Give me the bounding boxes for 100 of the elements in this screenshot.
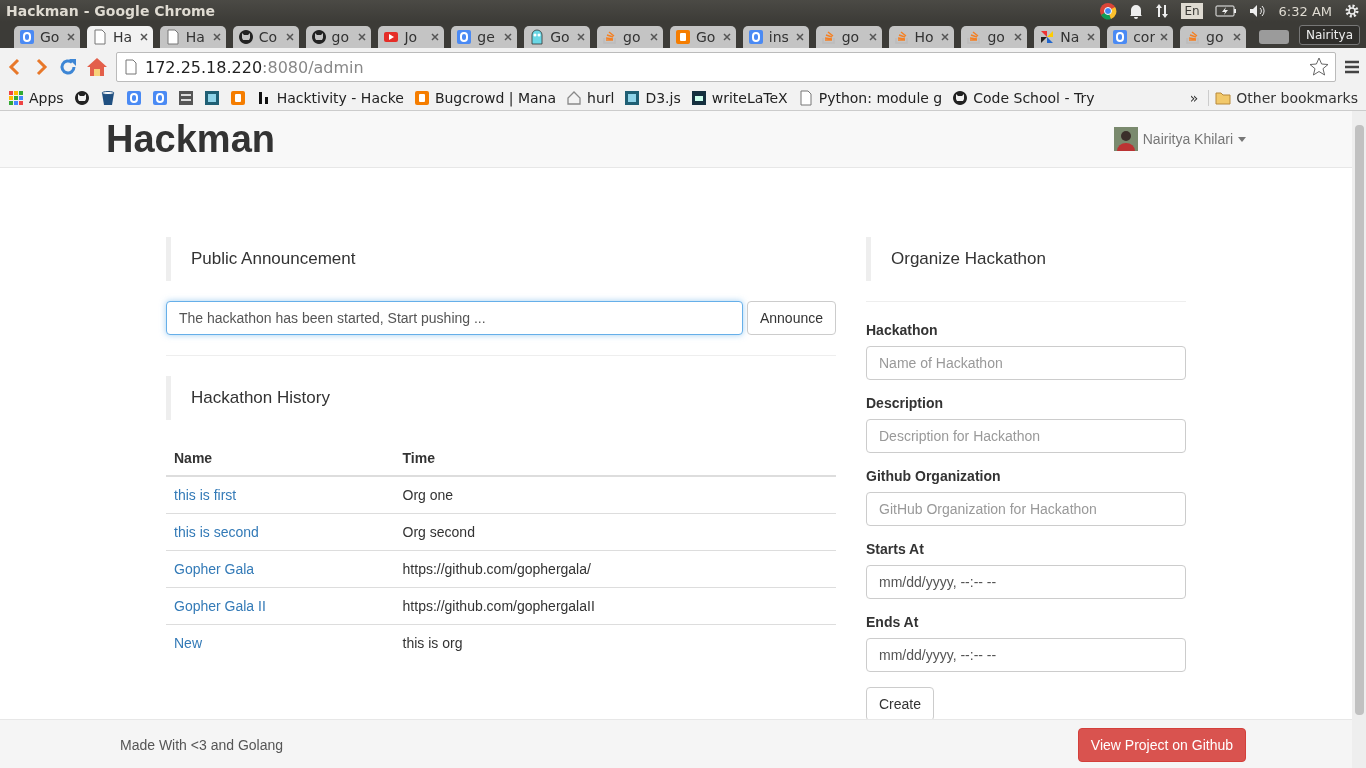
browser-tab[interactable]: Ha xyxy=(86,26,153,48)
hackathon-link[interactable]: Gopher Gala xyxy=(174,560,255,577)
close-icon[interactable] xyxy=(1232,33,1241,41)
close-icon[interactable] xyxy=(649,33,658,41)
menu-icon[interactable] xyxy=(1344,59,1360,75)
reload-icon[interactable] xyxy=(58,57,78,77)
close-icon[interactable] xyxy=(431,33,440,41)
browser-tab[interactable]: ge xyxy=(451,26,518,48)
browser-tab[interactable]: Co xyxy=(232,26,299,48)
avatar xyxy=(1113,127,1138,151)
star-icon[interactable] xyxy=(1309,57,1329,77)
input-field[interactable]: GitHub Organization for Hackathon xyxy=(866,492,1186,526)
announce-button[interactable]: Announce xyxy=(746,301,836,335)
home-icon[interactable] xyxy=(86,57,108,77)
apps-grid-icon xyxy=(8,90,24,106)
browser-tab[interactable]: Go xyxy=(524,26,590,48)
tile-icon xyxy=(747,29,764,45)
battery-icon[interactable] xyxy=(1214,5,1237,17)
stack-icon xyxy=(893,29,910,45)
bookmark[interactable]: Python: module g xyxy=(797,90,943,106)
close-icon[interactable] xyxy=(504,33,513,41)
table-cell: Org one xyxy=(394,476,836,513)
browser-tab[interactable]: go xyxy=(305,26,372,48)
cat-icon xyxy=(310,29,327,45)
close-icon[interactable] xyxy=(795,33,804,41)
close-icon[interactable] xyxy=(1014,33,1023,41)
close-icon[interactable] xyxy=(212,33,221,41)
hackathon-link[interactable]: this is second xyxy=(174,523,259,540)
hackathon-link[interactable]: Gopher Gala II xyxy=(174,597,266,614)
new-tab-button[interactable] xyxy=(1258,30,1289,44)
datetime-field[interactable]: mm/dd/yyyy, --:-- -- xyxy=(866,638,1186,672)
field-label: Starts At xyxy=(866,541,925,557)
close-icon[interactable] xyxy=(868,33,877,41)
tile-icon xyxy=(1112,29,1129,45)
scrollbar[interactable] xyxy=(1352,111,1366,768)
browser-tab[interactable]: Jo xyxy=(378,26,445,48)
tile-icon xyxy=(177,90,194,106)
close-icon[interactable] xyxy=(66,33,75,41)
other-bookmarks[interactable]: Other bookmarks xyxy=(1208,90,1358,106)
settings-icon[interactable] xyxy=(1344,3,1360,19)
cat-icon xyxy=(237,29,254,45)
datetime-field[interactable]: mm/dd/yyyy, --:-- -- xyxy=(866,565,1186,599)
field-label: Ends At xyxy=(866,614,920,630)
field-label: Description xyxy=(866,395,944,411)
address-bar[interactable]: 172.25.18.220:8080/admin xyxy=(116,52,1336,82)
bookmark[interactable]: hurl xyxy=(566,90,615,106)
hackathon-link[interactable]: New xyxy=(174,634,202,651)
browser-tab[interactable]: go xyxy=(815,26,882,48)
close-icon[interactable] xyxy=(285,33,294,41)
bookmark[interactable]: Apps xyxy=(8,90,64,106)
input-field[interactable]: Description for Hackathon xyxy=(866,419,1186,453)
bell-icon[interactable] xyxy=(1129,3,1144,19)
close-icon[interactable] xyxy=(1160,33,1168,41)
keyboard-language[interactable]: En xyxy=(1181,3,1203,19)
bookmark[interactable]: Code School - Try xyxy=(952,90,1095,106)
tile-icon xyxy=(203,90,220,106)
close-icon[interactable] xyxy=(722,33,731,41)
user-menu[interactable]: Nairitya Khilari xyxy=(1113,127,1246,151)
github-button[interactable]: View Project on Github xyxy=(1077,727,1246,762)
profile-button[interactable]: Nairitya xyxy=(1298,25,1360,45)
browser-icon[interactable] xyxy=(1099,2,1118,20)
browser-tab[interactable]: go xyxy=(597,26,663,48)
input-field[interactable]: Name of Hackathon xyxy=(866,346,1186,380)
bookmark[interactable]: writeLaTeX xyxy=(690,90,788,106)
browser-tab[interactable]: Na xyxy=(1034,26,1101,48)
play-icon xyxy=(383,29,400,45)
browser-tab[interactable]: Ho xyxy=(888,26,955,48)
network-arrows-icon[interactable] xyxy=(1155,3,1170,19)
volume-icon[interactable] xyxy=(1248,4,1267,18)
announcement-field[interactable]: The hackathon has been started, Start pushing ... xyxy=(166,301,743,335)
browser-tab[interactable]: Go xyxy=(14,26,80,48)
browser-tab[interactable]: ins xyxy=(742,26,809,48)
gopher-icon xyxy=(529,29,546,45)
bookmark[interactable]: Hacktivity - Hacke xyxy=(255,90,404,106)
tile-icon xyxy=(624,90,641,106)
column-header: Name xyxy=(166,440,395,476)
close-icon[interactable] xyxy=(1087,33,1096,41)
close-icon[interactable] xyxy=(139,33,148,41)
close-icon[interactable] xyxy=(577,33,585,41)
bookmark[interactable]: D3.js xyxy=(624,90,681,106)
browser-tab[interactable]: Ha xyxy=(159,26,226,48)
browser-tab[interactable]: go xyxy=(961,26,1028,48)
section-heading: Organize Hackathon xyxy=(866,237,1186,281)
folder-icon xyxy=(1215,91,1232,105)
more-bookmarks-button[interactable]: » xyxy=(1189,90,1199,106)
browser-tab[interactable]: cor xyxy=(1107,26,1173,48)
close-icon[interactable] xyxy=(358,33,367,41)
brand-title[interactable]: Hackman xyxy=(106,117,275,161)
stack-icon xyxy=(602,29,618,45)
hackathon-link[interactable]: this is first xyxy=(174,486,237,503)
close-icon[interactable] xyxy=(941,33,950,41)
bookmark[interactable]: Bugcrowd | Mana xyxy=(413,90,556,106)
house-icon xyxy=(566,90,582,106)
browser-tab[interactable]: Go xyxy=(669,26,736,48)
clock[interactable]: 6:32 AM xyxy=(1278,3,1332,19)
column-header: Time xyxy=(394,440,836,476)
tile-icon xyxy=(125,90,142,106)
create-button[interactable]: Create xyxy=(866,687,935,721)
browser-tab[interactable]: go xyxy=(1180,26,1246,48)
footer-text: Made With <3 and Golang xyxy=(120,736,284,753)
